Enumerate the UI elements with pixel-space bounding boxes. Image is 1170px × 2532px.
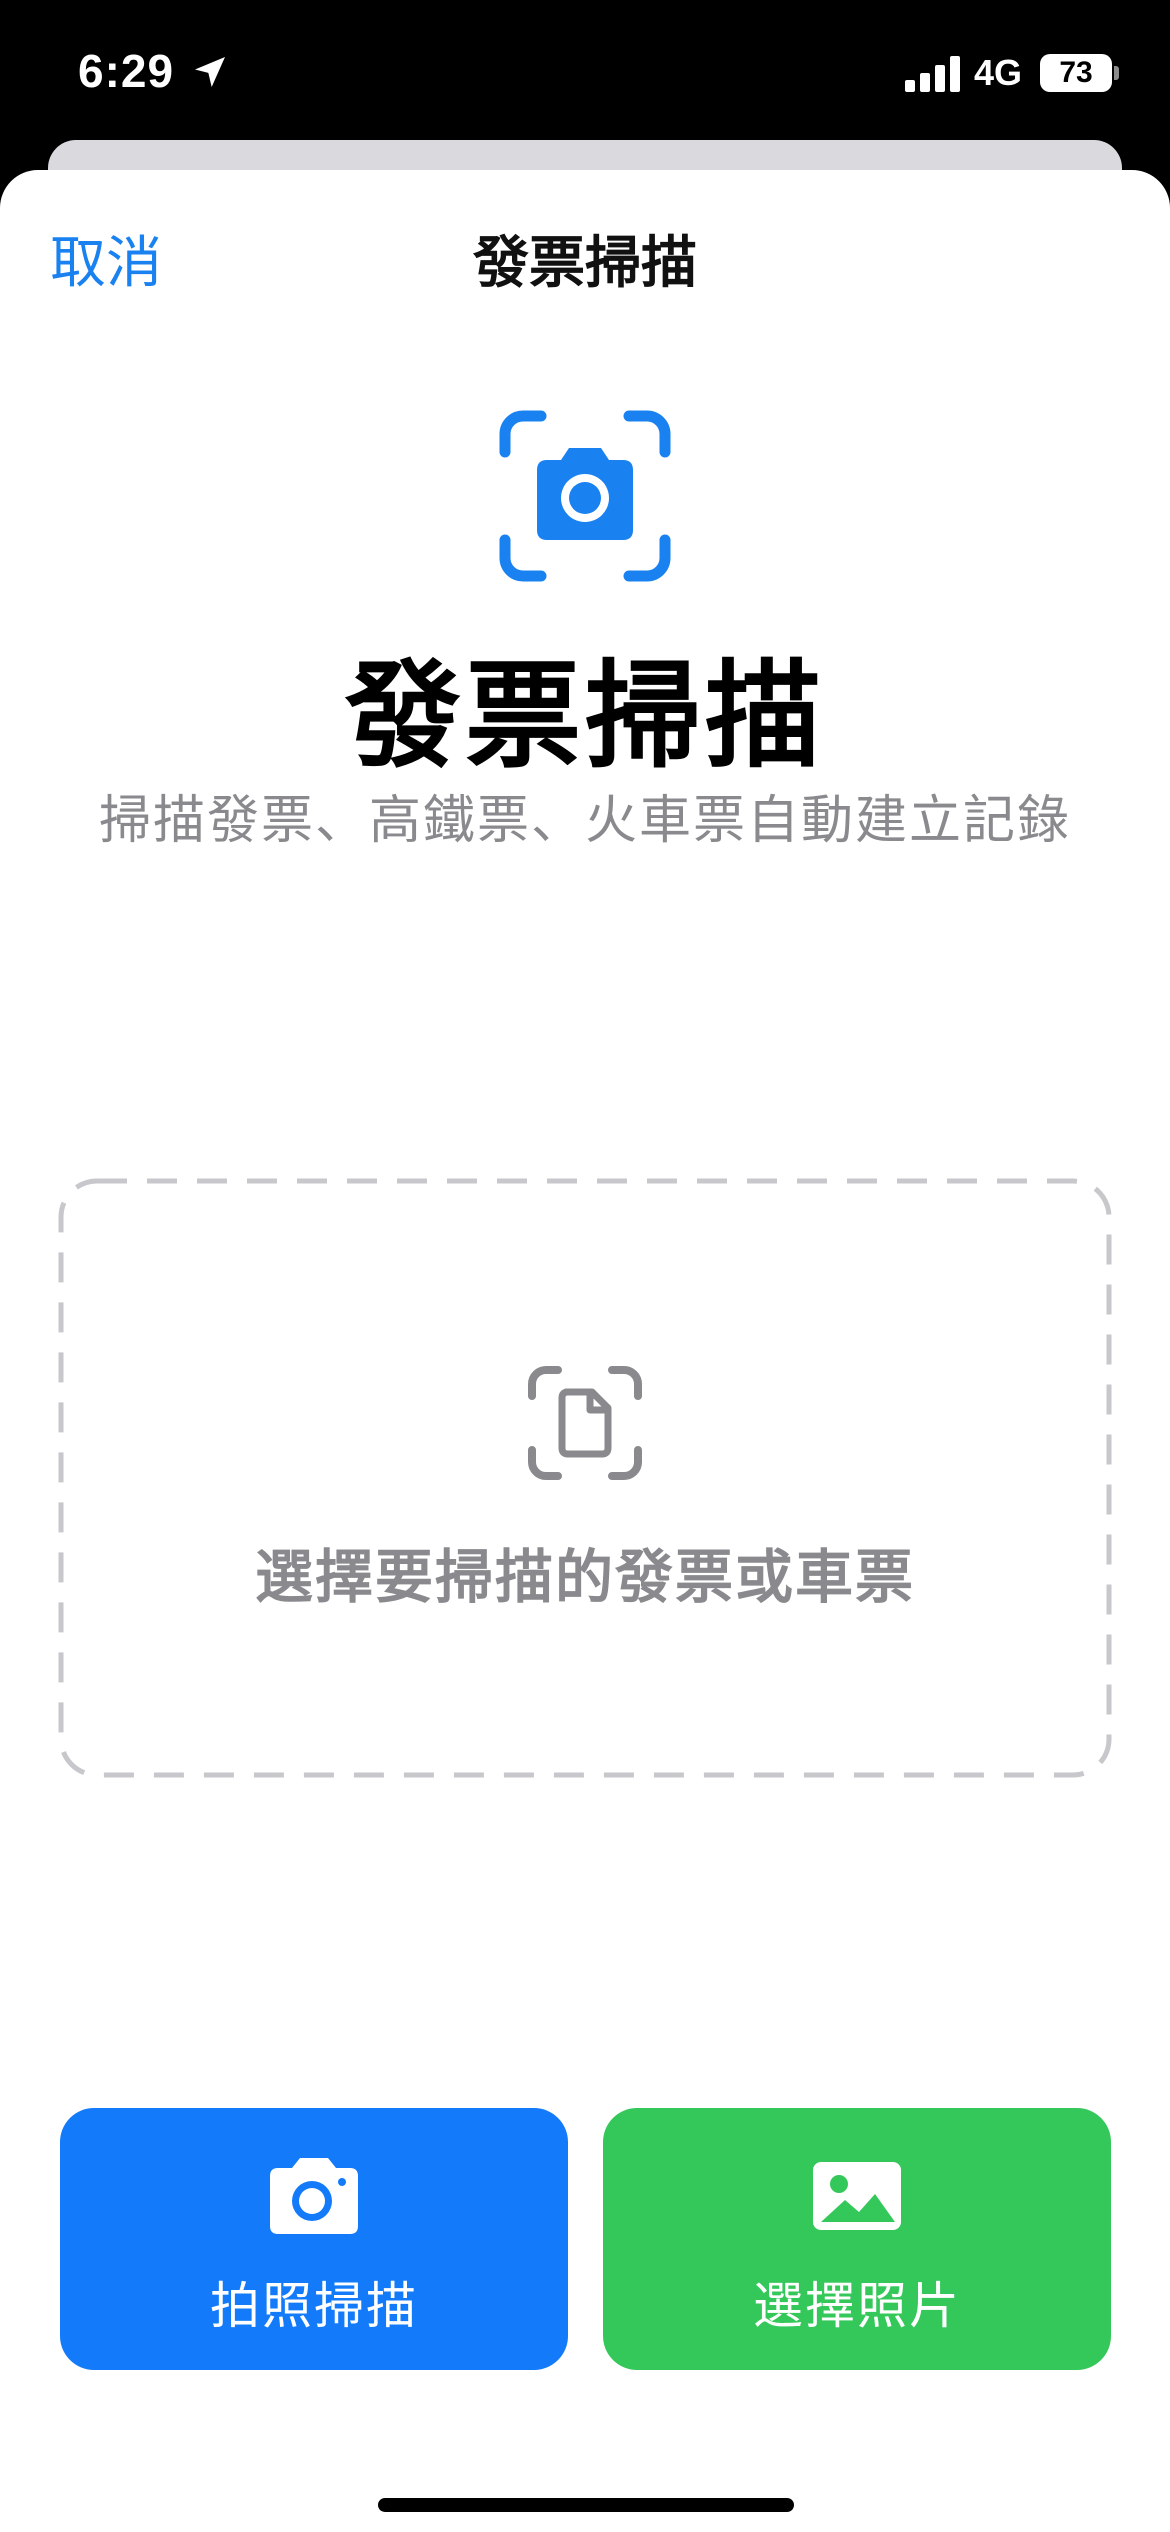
camera-scan-icon — [499, 410, 671, 582]
battery-icon: 73 — [1040, 54, 1112, 92]
document-scan-icon — [528, 1366, 642, 1480]
cancel-button[interactable]: 取消 — [50, 218, 162, 299]
invoice-scan-sheet: 發票掃描 取消 發票掃描 掃描發票、高鐵票、火車票自動建立記錄 選擇要掃描的發票… — [0, 170, 1170, 2532]
home-indicator[interactable] — [378, 2498, 794, 2512]
choose-photo-button[interactable]: 選擇照片 — [603, 2108, 1111, 2370]
select-document-zone[interactable]: 選擇要掃描的發票或車票 — [58, 1178, 1112, 1778]
select-document-label: 選擇要掃描的發票或車票 — [254, 1543, 915, 1611]
signal-icon — [905, 56, 960, 92]
camera-scan-button[interactable]: 拍照掃描 — [60, 2108, 568, 2370]
hero-subtitle: 掃描發票、高鐵票、火車票自動建立記錄 — [98, 791, 1071, 851]
location-arrow-icon — [195, 57, 225, 87]
battery-cap — [1114, 66, 1119, 80]
screen: 6:29 4G 73 發票掃描 取消 發票掃描 掃描發票、高鐵票、火車票自動建立… — [0, 0, 1170, 2532]
choose-photo-label: 選擇照片 — [753, 2277, 961, 2335]
camera-icon — [270, 2158, 358, 2234]
nav-title: 發票掃描 — [473, 231, 697, 296]
battery-level: 73 — [1059, 56, 1093, 89]
status-time: 6:29 — [78, 45, 175, 97]
camera-scan-label: 拍照掃描 — [210, 2277, 418, 2335]
status-bar: 6:29 4G 73 — [0, 0, 1170, 140]
network-type: 4G — [974, 52, 1023, 93]
photo-icon — [813, 2162, 901, 2230]
hero-title: 發票掃描 — [345, 649, 825, 784]
